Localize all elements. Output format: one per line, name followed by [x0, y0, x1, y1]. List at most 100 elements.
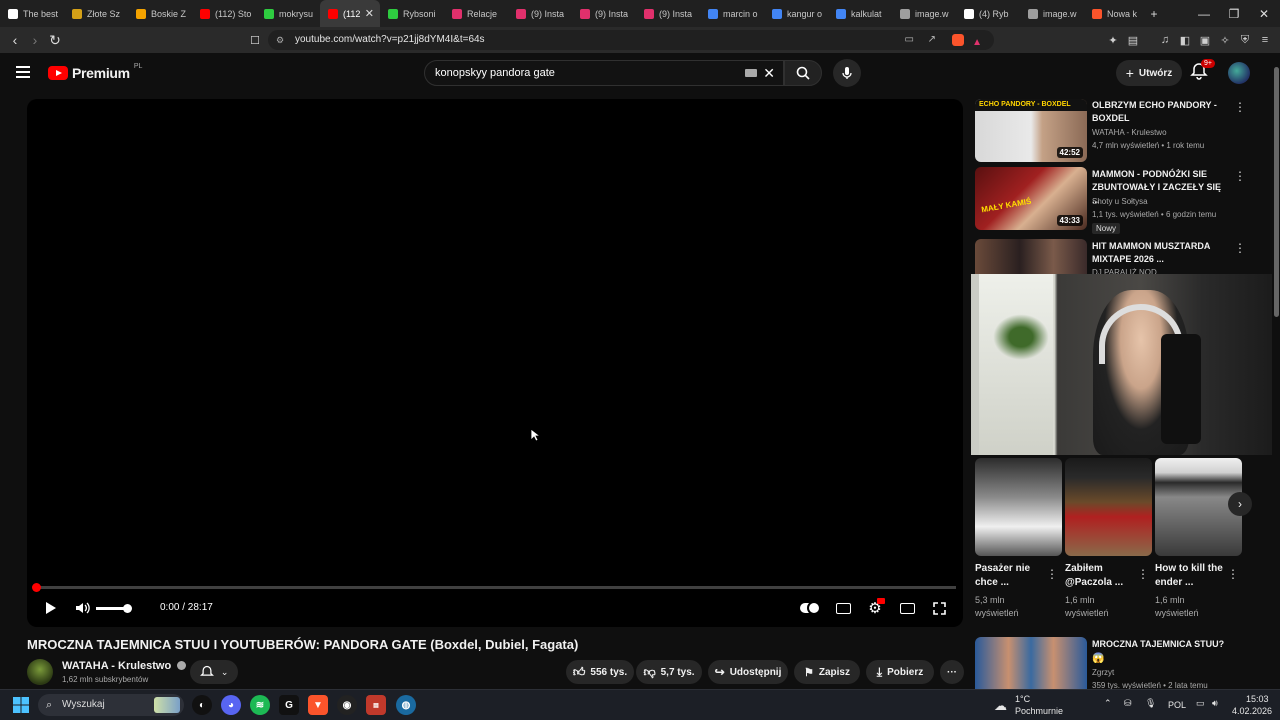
media-icon[interactable]: ♫ — [1158, 33, 1172, 47]
create-button[interactable]: + Utwórz — [1116, 60, 1182, 86]
app-icon-media[interactable]: ▤ — [366, 695, 386, 715]
close-window-button[interactable]: ✕ — [1248, 0, 1280, 27]
video-player[interactable]: 0:00 / 28:17 ⚙ — [27, 99, 963, 627]
more-vertical-icon[interactable]: ⋮ — [1137, 567, 1149, 581]
tray-app-icon[interactable]: ⛁ — [1124, 698, 1132, 709]
short-thumbnail[interactable] — [975, 458, 1062, 556]
more-vertical-icon[interactable]: ⋮ — [1234, 100, 1246, 114]
video-thumbnail[interactable]: ECHO PANDORY - BOXDEL 42:52 — [975, 99, 1087, 162]
tray-chevron-icon[interactable]: ⌃ — [1104, 698, 1112, 709]
voice-search-button[interactable] — [833, 59, 861, 87]
app-icon-globe[interactable]: ◍ — [396, 695, 416, 715]
short-title[interactable]: Pasażer nie chce ... — [975, 562, 1045, 590]
extensions-icon[interactable]: ✦ — [1106, 33, 1120, 47]
browser-tab[interactable]: image.w — [892, 0, 956, 27]
video-thumbnail[interactable] — [975, 239, 1087, 274]
browser-tab[interactable]: Boskie Z — [128, 0, 192, 27]
theater-mode-button[interactable] — [897, 598, 917, 618]
autoplay-toggle[interactable] — [799, 598, 821, 618]
channel-name[interactable]: Zgrzyt — [1092, 668, 1114, 677]
notifications-button[interactable]: 9+ — [1190, 59, 1215, 84]
sidebar-icon[interactable]: ◧ — [1178, 33, 1192, 47]
channel-avatar[interactable] — [27, 659, 53, 685]
reading-list-icon[interactable]: ▤ — [1126, 33, 1140, 47]
taskbar-search[interactable]: ⌕ Wyszukaj — [38, 694, 184, 716]
browser-tab[interactable]: kangur o — [764, 0, 828, 27]
address-bar[interactable]: ⚙ youtube.com/watch?v=p21jj8dYM4I&t=64s … — [268, 30, 994, 50]
hamburger-menu-icon[interactable] — [16, 66, 30, 78]
scrollbar-thumb[interactable] — [1274, 67, 1279, 317]
language-indicator[interactable]: POL — [1168, 700, 1186, 710]
weather-icon[interactable]: ☁ — [994, 698, 1007, 714]
shorts-next-button[interactable]: › — [1228, 492, 1252, 516]
back-icon[interactable]: ‹ — [6, 31, 24, 49]
save-button[interactable]: ⚑ Zapisz — [794, 660, 860, 684]
minimize-button[interactable]: — — [1188, 0, 1220, 27]
short-title[interactable]: How to kill the ender ... — [1155, 562, 1225, 590]
obs-icon[interactable]: ◉ — [337, 695, 357, 715]
reload-icon[interactable]: ↻ — [46, 31, 64, 49]
app-icon-logitech[interactable]: G — [279, 695, 299, 715]
browser-tab[interactable]: Relacje — [444, 0, 508, 27]
short-thumbnail[interactable] — [1065, 458, 1152, 556]
share-button[interactable]: ↪ Udostępnij — [708, 660, 788, 684]
windows-start-icon[interactable] — [11, 695, 31, 715]
channel-name[interactable]: WATAHA - Krulestwo — [1092, 128, 1167, 137]
wallet-icon[interactable]: ▣ — [1198, 33, 1212, 47]
more-vertical-icon[interactable]: ⋮ — [1046, 567, 1058, 581]
volume-knob[interactable] — [123, 604, 132, 613]
share-icon[interactable]: ↗ — [928, 30, 936, 50]
subscription-bell-button[interactable]: ⌄ — [190, 660, 238, 684]
volume-slider[interactable] — [96, 604, 132, 613]
download-button[interactable]: ⤓ Pobierz — [866, 660, 934, 684]
dislike-button[interactable]: 👎︎ 5,7 tys. — [636, 660, 702, 684]
spotify-icon[interactable]: ≋ — [250, 695, 270, 715]
video-title[interactable]: MROCZNA TAJEMNICA STUU? — [1092, 638, 1226, 651]
settings-button[interactable]: ⚙ — [865, 598, 885, 618]
site-info-icon[interactable]: ⚙ — [276, 30, 284, 50]
discord-icon[interactable]: ◕ — [221, 695, 241, 715]
browser-tab[interactable]: (112) Sto — [192, 0, 256, 27]
clock-time[interactable]: 15:03 — [1246, 694, 1269, 704]
browser-tab[interactable]: (9) Insta — [572, 0, 636, 27]
youtube-premium-logo[interactable]: Premium PL — [48, 63, 142, 81]
channel-name[interactable]: WATAHA - Krulestwo — [62, 660, 187, 672]
browser-tab[interactable]: kalkulat — [828, 0, 892, 27]
clock-date[interactable]: 4.02.2026 — [1232, 706, 1272, 716]
close-tab-icon[interactable]: ✕ — [365, 7, 374, 20]
new-tab-button[interactable]: + — [1138, 0, 1170, 27]
network-icon[interactable]: ▭ — [1196, 698, 1205, 709]
search-button[interactable] — [784, 60, 822, 86]
mute-button[interactable] — [73, 598, 93, 618]
video-thumbnail[interactable]: MAŁY KAMIŚ 43:33 — [975, 167, 1087, 230]
app-icon-1[interactable]: ◐ — [192, 695, 212, 715]
menu-icon[interactable]: ≡ — [1258, 33, 1272, 47]
channel-name[interactable]: Shoty u Sołtysa — [1092, 197, 1148, 206]
forward-icon[interactable]: › — [26, 31, 44, 49]
more-vertical-icon[interactable]: ⋮ — [1234, 241, 1246, 255]
clear-search-icon[interactable]: ✕ — [763, 61, 775, 85]
video-title[interactable]: OLBRZYM ECHO PANDORY - BOXDEL — [1092, 99, 1226, 125]
like-button[interactable]: 👍︎ 556 tys. — [566, 660, 634, 684]
maximize-button[interactable]: ❐ — [1218, 0, 1250, 27]
browser-tab[interactable]: Złote Sz — [64, 0, 128, 27]
more-vertical-icon[interactable]: ⋮ — [1234, 169, 1246, 183]
brave-rewards-icon[interactable]: ▲ — [972, 33, 982, 53]
progress-scrubber[interactable] — [32, 583, 41, 592]
more-actions-button[interactable]: ··· — [940, 660, 964, 684]
play-button[interactable] — [41, 598, 61, 618]
short-title[interactable]: Zabiłem @Paczola ... — [1065, 562, 1135, 590]
more-vertical-icon[interactable]: ⋮ — [1227, 567, 1239, 581]
bookmark-icon[interactable]: ☐ — [246, 31, 264, 49]
cast-icon[interactable]: ▭ — [905, 30, 914, 50]
progress-bar[interactable] — [32, 583, 956, 592]
browser-tab[interactable]: The best — [0, 0, 64, 27]
browser-tab[interactable]: (4) Ryb — [956, 0, 1020, 27]
browser-tab[interactable]: (9) Insta — [636, 0, 700, 27]
search-input[interactable]: konopskyy pandora gate ✕ — [424, 60, 784, 86]
browser-tab[interactable]: marcin o — [700, 0, 764, 27]
keyboard-icon[interactable] — [745, 69, 757, 77]
browser-tab[interactable]: image.w — [1020, 0, 1084, 27]
browser-tab[interactable]: (9) Insta — [508, 0, 572, 27]
browser-tab[interactable]: mokrysu — [256, 0, 320, 27]
